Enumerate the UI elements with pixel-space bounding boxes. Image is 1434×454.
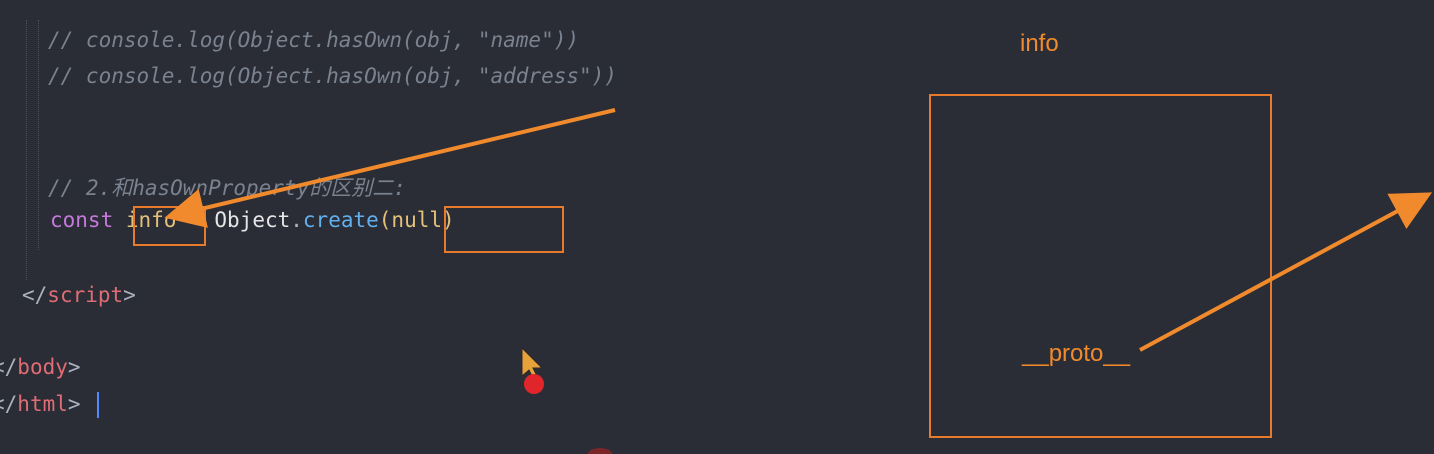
mouse-pointer-icon [521, 346, 544, 394]
screen: // console.log(Object.hasOwn(obj, "name"… [0, 0, 1434, 454]
annotation-arrows [164, 108, 1433, 352]
arrow-proto-outward [1139, 192, 1433, 352]
recording-indicator [588, 448, 612, 454]
arrow-to-info [164, 108, 616, 228]
